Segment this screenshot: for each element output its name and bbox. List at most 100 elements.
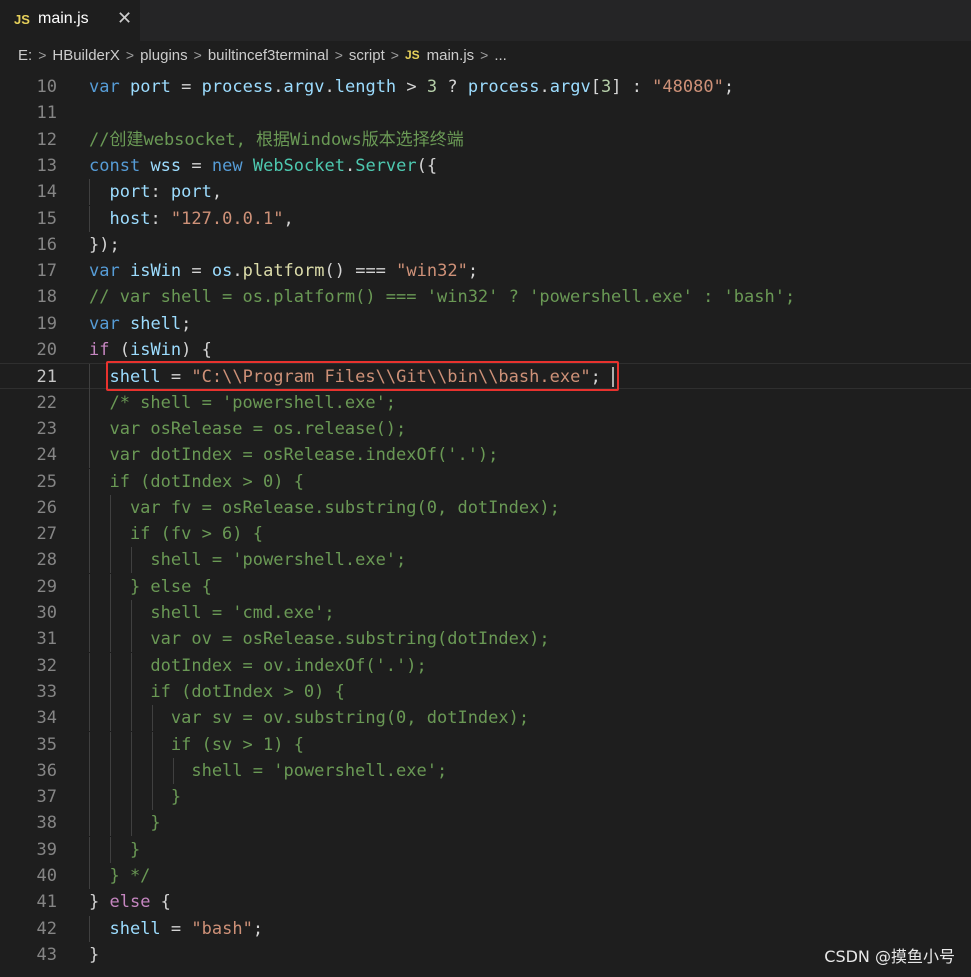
line-number: 26 — [36, 498, 57, 518]
line-number: 29 — [36, 577, 57, 597]
code-editor[interactable]: 10 var port = process.argv.length > 3 ? p… — [0, 74, 971, 977]
code-text: } else { — [89, 574, 212, 600]
close-icon[interactable]: ✕ — [117, 8, 132, 29]
code-text: var port = process.argv.length > 3 ? pro… — [89, 74, 734, 100]
code-line[interactable]: 33 if (dotIndex > 0) { — [0, 679, 971, 705]
code-line[interactable]: 15 host: "127.0.0.1", — [0, 206, 971, 232]
indent-guide — [89, 442, 90, 468]
line-number: 43 — [36, 945, 57, 965]
code-text: } — [89, 784, 181, 810]
code-token: if (fv > 6) { — [89, 524, 263, 544]
indent-guide — [89, 179, 90, 205]
code-line[interactable]: 23 var osRelease = os.release(); — [0, 416, 971, 442]
indent-guide — [110, 758, 111, 784]
breadcrumb-symbols[interactable]: ... — [494, 47, 507, 64]
code-line[interactable]: 14 port: port, — [0, 179, 971, 205]
code-line[interactable]: 42 shell = "bash"; — [0, 916, 971, 942]
code-line[interactable]: 25 if (dotIndex > 0) { — [0, 469, 971, 495]
breadcrumb-main-js[interactable]: main.js — [427, 47, 475, 64]
tab-label: main.js — [38, 10, 89, 27]
code-token: process — [201, 77, 274, 97]
indent-guide — [110, 784, 111, 810]
code-line[interactable]: 41} else { — [0, 889, 971, 915]
breadcrumb-hbuilderx[interactable]: HBuilderX — [52, 47, 120, 64]
code-token: () === — [324, 261, 397, 281]
code-line[interactable]: 30 shell = 'cmd.exe'; — [0, 600, 971, 626]
line-number: 21 — [36, 367, 57, 387]
code-token: , — [211, 182, 223, 202]
code-line[interactable]: 16}); — [0, 232, 971, 258]
line-number: 12 — [36, 130, 57, 150]
code-token: ({ — [416, 156, 438, 176]
code-line[interactable]: 26 var fv = osRelease.substring(0, dotIn… — [0, 495, 971, 521]
code-line[interactable]: 31 var ov = osRelease.substring(dotIndex… — [0, 626, 971, 652]
breadcrumb-builtincef3terminal[interactable]: builtincef3terminal — [208, 47, 329, 64]
code-token: var dotIndex = osRelease.indexOf('.'); — [89, 445, 499, 465]
indent-guide — [110, 810, 111, 836]
code-text: //创建websocket, 根据Windows版本选择终端 — [89, 127, 464, 153]
breadcrumb-plugins[interactable]: plugins — [140, 47, 188, 64]
code-token: { — [201, 340, 212, 360]
code-text: } */ — [89, 863, 150, 889]
indent-guide — [152, 732, 153, 758]
indent-guide — [131, 600, 132, 626]
code-token: shell = 'powershell.exe'; — [89, 761, 448, 781]
chevron-right-icon: > — [390, 47, 399, 63]
code-line[interactable]: 24 var dotIndex = osRelease.indexOf('.')… — [0, 442, 971, 468]
indent-guide — [89, 626, 90, 652]
code-line[interactable]: 28 shell = 'powershell.exe'; — [0, 547, 971, 573]
code-line[interactable]: 34 var sv = ov.substring(0, dotIndex); — [0, 705, 971, 731]
code-line[interactable]: 32 dotIndex = ov.indexOf('.'); — [0, 653, 971, 679]
code-line[interactable]: 40 } */ — [0, 863, 971, 889]
code-token: const — [89, 156, 141, 176]
code-line[interactable]: 10 var port = process.argv.length > 3 ? p… — [0, 74, 971, 100]
indent-guide — [110, 837, 111, 863]
code-line[interactable]: 11 — [0, 100, 971, 126]
highlight-box — [106, 361, 619, 391]
code-token: length — [334, 77, 397, 97]
code-line[interactable]: 35 if (sv > 1) { — [0, 732, 971, 758]
code-text: if (isWin) { — [89, 337, 212, 363]
code-token: . — [344, 156, 356, 176]
code-token: ; — [181, 314, 192, 334]
code-line[interactable]: 13 const wss = new WebSocket.Server({ — [0, 153, 971, 179]
code-text: shell = 'powershell.exe'; — [89, 758, 447, 784]
code-token: "win32" — [396, 261, 468, 281]
indent-guide — [89, 837, 90, 863]
code-line[interactable]: 38 } — [0, 810, 971, 836]
line-number: 34 — [36, 708, 57, 728]
code-text: var fv = osRelease.substring(0, dotIndex… — [89, 495, 560, 521]
code-token: var fv = osRelease.substring(0, dotIndex… — [89, 498, 560, 518]
breadcrumb-script[interactable]: script — [349, 47, 385, 64]
line-number: 30 — [36, 603, 57, 623]
code-line[interactable]: 29 } else { — [0, 574, 971, 600]
breadcrumb-drive[interactable]: E: — [18, 47, 32, 64]
code-line[interactable]: 17 var isWin = os.platform() === "win32"; — [0, 258, 971, 284]
code-token: platform — [242, 261, 325, 281]
line-number: 16 — [36, 235, 57, 255]
code-text: var shell; — [89, 311, 191, 337]
code-token: WebSocket — [252, 156, 345, 176]
indent-guide — [131, 810, 132, 836]
code-line[interactable]: 12 //创建websocket, 根据Windows版本选择终端 — [0, 127, 971, 153]
code-line[interactable]: 20 if (isWin) { — [0, 337, 971, 363]
code-token: } — [89, 892, 110, 912]
code-line[interactable]: 19 var shell; — [0, 311, 971, 337]
code-line[interactable]: 27 if (fv > 6) { — [0, 521, 971, 547]
code-line[interactable]: 22 /* shell = 'powershell.exe'; — [0, 390, 971, 416]
indent-guide — [89, 495, 90, 521]
code-line[interactable]: 37 } — [0, 784, 971, 810]
code-token: isWin — [129, 340, 182, 360]
code-text: const wss = new WebSocket.Server({ — [89, 153, 437, 179]
code-line[interactable]: 18 // var shell = os.platform() === 'win3… — [0, 284, 971, 310]
line-number: 35 — [36, 735, 57, 755]
line-number: 22 — [36, 393, 57, 413]
line-number: 11 — [36, 103, 57, 123]
code-text: port: port, — [89, 179, 222, 205]
code-line[interactable]: 39 } — [0, 837, 971, 863]
code-line[interactable]: 36 shell = 'powershell.exe'; — [0, 758, 971, 784]
tab-main-js[interactable]: JS main.js ✕ — [0, 0, 140, 41]
indent-guide — [131, 547, 132, 573]
